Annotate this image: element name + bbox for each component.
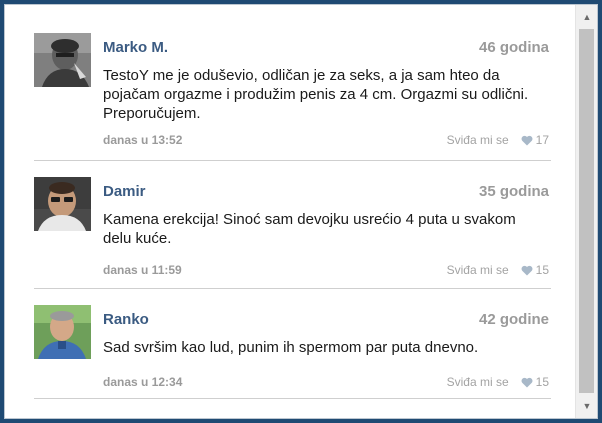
like-count: 17 — [535, 133, 549, 147]
comment-text: TestoY me je oduševio, odličan je za sek… — [103, 67, 529, 122]
avatar[interactable] — [34, 177, 91, 231]
comment-divider — [34, 288, 551, 289]
comment-divider — [34, 398, 551, 399]
heart-icon[interactable] — [521, 377, 533, 391]
like-button[interactable]: Sviđa mi se 17 — [447, 133, 549, 149]
vertical-scrollbar[interactable]: ▲ ▼ — [575, 5, 597, 418]
like-count: 15 — [535, 375, 549, 389]
comment-meta: danas u 11:59 Sviđa mi se 15 — [103, 263, 549, 279]
comment-divider — [34, 160, 551, 161]
comment-timestamp: danas u 13:52 — [103, 133, 183, 147]
heart-icon[interactable] — [521, 135, 533, 149]
like-label: Sviđa mi se — [446, 263, 509, 277]
like-count: 15 — [535, 263, 549, 277]
comments-window: Marko M. 46 godina TestoY me je oduševio… — [4, 4, 598, 419]
like-label: Sviđa mi se — [446, 375, 509, 389]
scroll-down-icon[interactable]: ▼ — [576, 396, 597, 416]
comment-timestamp: danas u 12:34 — [103, 375, 183, 389]
comment-text: Kamena erekcija! Sinoć sam devojku usreć… — [103, 211, 516, 247]
like-label: Sviđa mi se — [446, 133, 509, 147]
comment-meta: danas u 13:52 Sviđa mi se 17 — [103, 133, 549, 149]
comment-text: Sad svršim kao lud, punim ih spermom par… — [103, 339, 479, 356]
comment-timestamp: danas u 11:59 — [103, 263, 182, 277]
avatar[interactable] — [34, 305, 91, 359]
comment-author[interactable]: Ranko — [103, 311, 149, 328]
comment-author-age: 46 godina — [478, 39, 549, 56]
comment-author[interactable]: Marko M. — [103, 39, 168, 56]
comment-author[interactable]: Damir — [103, 183, 146, 200]
like-button[interactable]: Sviđa mi se 15 — [447, 375, 549, 391]
comment-meta: danas u 12:34 Sviđa mi se 15 — [103, 375, 549, 391]
scrollbar-thumb[interactable] — [579, 29, 594, 393]
comment-author-age: 42 godine — [478, 311, 549, 328]
like-button[interactable]: Sviđa mi se 15 — [447, 263, 549, 279]
heart-icon[interactable] — [521, 265, 533, 279]
comments-feed: Marko M. 46 godina TestoY me je oduševio… — [5, 5, 575, 418]
scroll-up-icon[interactable]: ▲ — [576, 7, 597, 27]
comment-author-age: 35 godina — [478, 183, 549, 200]
avatar[interactable] — [34, 33, 91, 87]
